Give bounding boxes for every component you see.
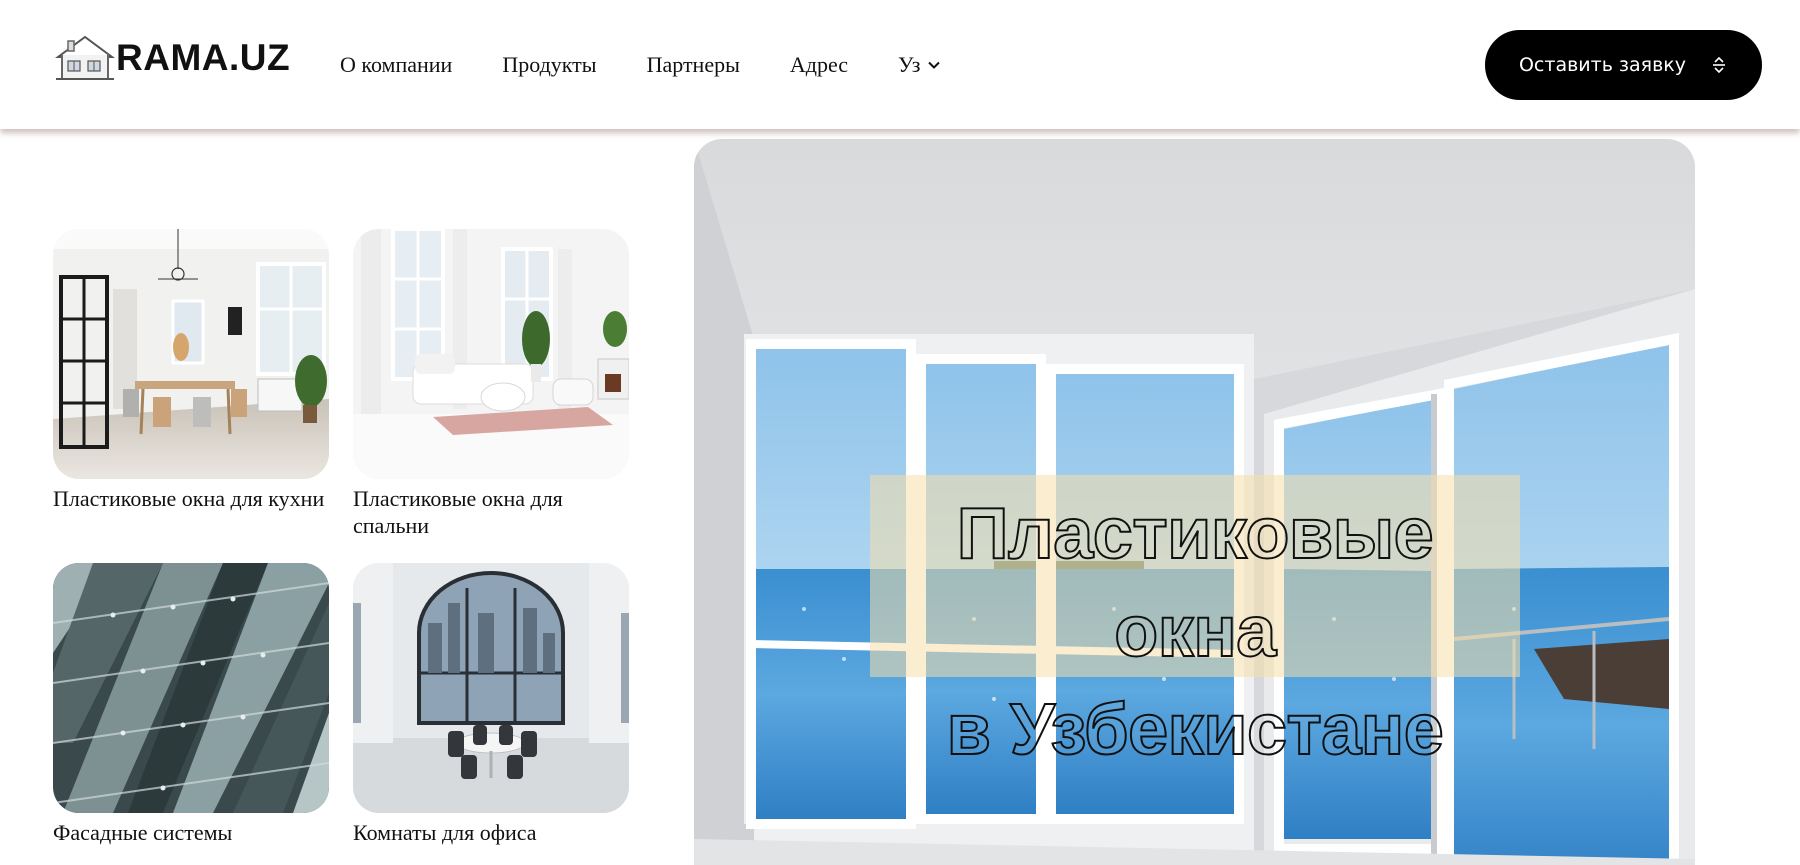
facade-image [53,563,329,813]
kitchen-image [53,229,329,479]
main-nav: О компании Продукты Партнеры Адрес Уз [340,49,941,81]
nav-link-about[interactable]: О компании [340,52,452,78]
nav-link-address[interactable]: Адрес [790,52,848,78]
language-label: Уз [898,52,921,77]
house-logo-icon [54,35,116,80]
hero-title: Пластиковые окна в Узбекистане [870,485,1520,779]
card-caption: Комнаты для офиса [353,820,537,845]
hero-title-line1: Пластиковые окна [956,493,1435,673]
product-card-bedroom[interactable]: Пластиковые окна для спальни [353,229,629,539]
hero-title-line2: в Узбекистане [946,689,1445,771]
office-image [353,563,629,813]
product-card-office[interactable]: Комнаты для офиса [353,563,629,846]
logo[interactable]: RAMA.UZ [54,28,304,88]
language-selector[interactable]: Уз [898,52,941,78]
bedroom-image [353,229,629,479]
chevron-down-icon [928,61,941,69]
site-header: RAMA.UZ О компании Продукты Партнеры Адр… [0,0,1800,129]
sort-arrows-icon [1713,56,1726,74]
logo-text: RAMA.UZ [116,37,291,78]
card-caption: Пластиковые окна для спальни [353,486,563,538]
nav-link-partners[interactable]: Партнеры [647,52,740,78]
leave-request-label: Оставить заявку [1518,54,1687,76]
card-caption: Фасадные системы [53,820,233,845]
product-card-kitchen[interactable]: Пластиковые окна для кухни [53,229,329,512]
product-card-facade[interactable]: Фасадные системы [53,563,329,846]
leave-request-button[interactable]: Оставить заявку [1485,30,1762,100]
card-caption: Пластиковые окна для кухни [53,486,325,511]
nav-link-products[interactable]: Продукты [502,52,596,78]
